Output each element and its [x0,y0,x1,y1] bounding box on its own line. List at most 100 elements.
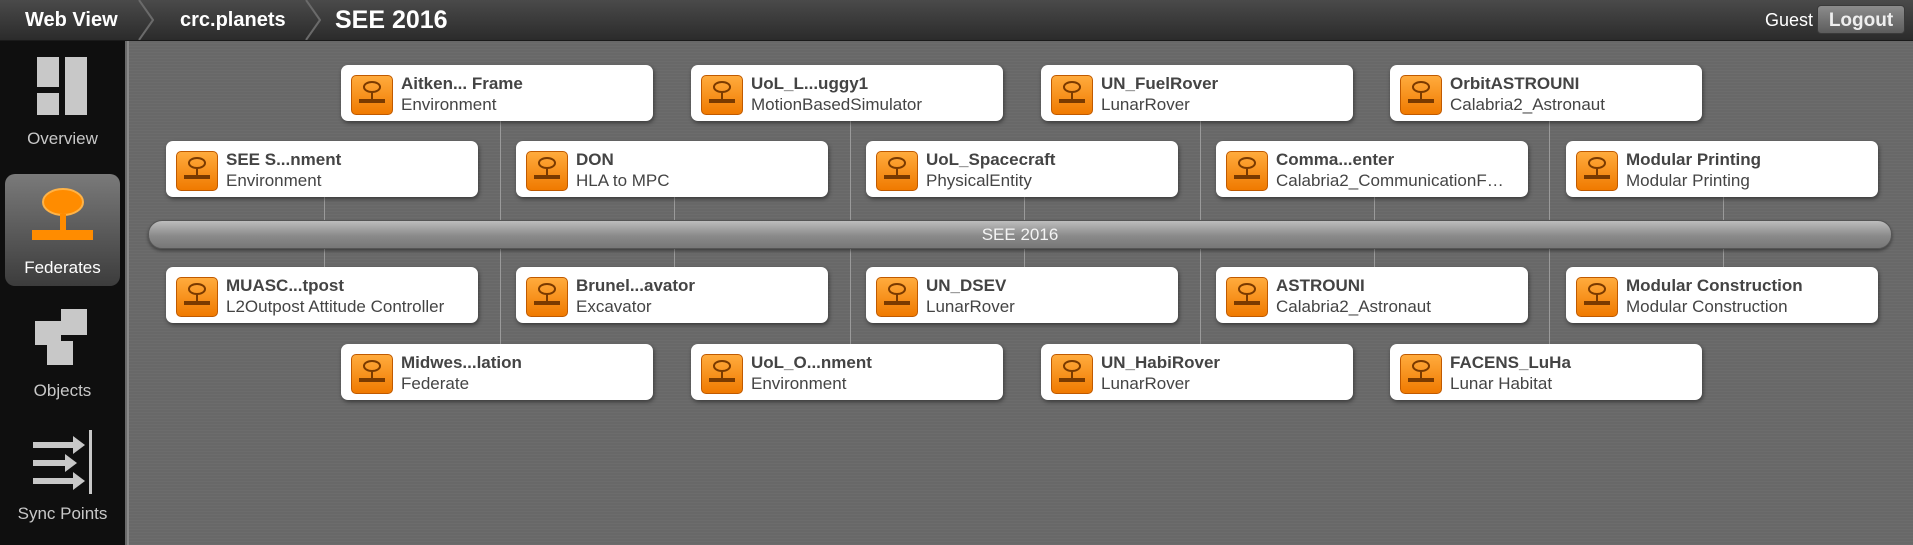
page-title: SEE 2016 [335,6,448,34]
federate-type: PhysicalEntity [926,171,1032,190]
federate-name: MUASC...tpost [226,276,345,295]
federate-name: Comma...enter [1276,150,1395,169]
federate-name: UoL_O...nment [751,353,872,372]
sidebar-item-label: Overview [27,129,98,148]
federate-icon [1226,277,1268,317]
connector-line [1374,196,1375,220]
federate-card[interactable]: MUASC...tpost L2Outpost Attitude Controll… [166,267,478,323]
federate-icon [1226,151,1268,191]
federate-card[interactable]: UoL_O...nment Environment [691,344,1003,400]
federate-icon [176,277,218,317]
federation-bus: SEE 2016 [148,220,1892,249]
objects-icon [35,309,87,365]
connector-line [1024,196,1025,220]
federate-name: UoL_Spacecraft [926,150,1056,169]
federate-type: Calabria2_Astronaut [1276,297,1431,316]
overview-icon [37,57,87,115]
federate-card[interactable]: UoL_L...uggy1 MotionBasedSimulator [691,65,1003,121]
connector-line [500,120,501,220]
federate-icon [876,277,918,317]
federate-card[interactable]: OrbitASTROUNI Calabria2_Astronaut [1390,65,1702,121]
breadcrumb-web-view[interactable]: Web View [25,0,118,40]
federate-name: Midwes...lation [401,353,522,372]
user-name: Guest [1764,10,1813,30]
federate-name: Aitken... Frame [401,74,523,93]
connector-line [324,196,325,220]
connector-line [1549,248,1550,344]
federate-type: Modular Construction [1626,297,1788,316]
federate-card[interactable]: Midwes...lation Federate [341,344,653,400]
federate-type: Lunar Habitat [1450,374,1553,393]
federate-type: Calabria2_Astronaut [1450,95,1605,114]
federate-icon [701,354,743,394]
connector-line [1200,120,1201,220]
federate-card[interactable]: Modular Construction Modular Construction [1566,267,1878,323]
federate-type: Environment [226,171,322,190]
federate-type: Environment [751,374,847,393]
federate-name: SEE S...nment [226,150,342,169]
sidebar-item-objects[interactable]: Objects [5,297,120,409]
sidebar-item-label: Sync Points [17,504,108,523]
federate-type: Calabria2_CommunicationF… [1276,171,1504,190]
connector-line [500,248,501,344]
connector-line [1549,120,1550,220]
federate-name: Modular Printing [1626,150,1762,169]
federate-name: Brunel...avator [576,276,696,295]
federate-card[interactable]: ASTROUNI Calabria2_Astronaut [1216,267,1528,323]
federate-card[interactable]: UN_HabiRover LunarRover [1041,344,1353,400]
federate-icon [1576,277,1618,317]
top-bar: Web View crc.planets SEE 2016 Guest Logo… [0,0,1913,41]
federate-icon [1051,354,1093,394]
logout-button[interactable]: Logout [1817,5,1905,34]
federate-name: Modular Construction [1626,276,1803,295]
federate-type: Modular Printing [1626,171,1750,190]
federate-card[interactable]: UN_FuelRover LunarRover [1041,65,1353,121]
federate-card[interactable]: Comma...enter Calabria2_CommunicationF… [1216,141,1528,197]
federate-type: MotionBasedSimulator [751,95,923,114]
federate-icon [351,75,393,115]
federate-card[interactable]: Aitken... Frame Environment [341,65,653,121]
breadcrumb-separator [138,0,154,40]
federate-name: UN_DSEV [926,276,1007,295]
federate-name: UN_FuelRover [1101,74,1219,93]
federate-type: Excavator [576,297,652,316]
federate-icon [701,75,743,115]
federate-card[interactable]: Brunel...avator Excavator [516,267,828,323]
federate-icon [876,151,918,191]
federate-card[interactable]: Modular Printing Modular Printing [1566,141,1878,197]
federate-type: LunarRover [1101,95,1190,114]
connector-line [850,248,851,344]
connector-line [674,196,675,220]
sidebar-item-federates[interactable]: Federates [5,174,120,286]
federate-icon [351,354,393,394]
connector-line [1200,248,1201,344]
federate-card[interactable]: SEE S...nment Environment [166,141,478,197]
federate-icon [1576,151,1618,191]
federate-icon [526,151,568,191]
federate-type: LunarRover [926,297,1015,316]
federate-type: L2Outpost Attitude Controller [226,297,445,316]
federate-type: HLA to MPC [576,171,670,190]
federate-type: Federate [401,374,470,393]
federate-card[interactable]: FACENS_LuHa Lunar Habitat [1390,344,1702,400]
sidebar-item-sync-points[interactable]: Sync Points [5,420,120,532]
federate-icon [1051,75,1093,115]
sidebar: Overview Federates Objects Sync Points [0,41,125,545]
federate-icon [176,151,218,191]
connector-line [1723,196,1724,220]
federate-name: OrbitASTROUNI [1450,74,1580,93]
federate-card[interactable]: UN_DSEV LunarRover [866,267,1178,323]
sidebar-item-label: Objects [33,381,92,400]
breadcrumb-separator [305,0,321,40]
sidebar-item-overview[interactable]: Overview [5,45,120,157]
connector-line [850,120,851,220]
federate-icon [1400,354,1442,394]
federate-card[interactable]: DON HLA to MPC [516,141,828,197]
sync-points-icon [33,430,92,494]
federate-icon [526,277,568,317]
federate-name: DON [576,150,614,169]
sidebar-item-label: Federates [24,258,101,277]
federate-name: ASTROUNI [1276,276,1365,295]
breadcrumb-crc-planets[interactable]: crc.planets [180,0,286,40]
federate-card[interactable]: UoL_Spacecraft PhysicalEntity [866,141,1178,197]
